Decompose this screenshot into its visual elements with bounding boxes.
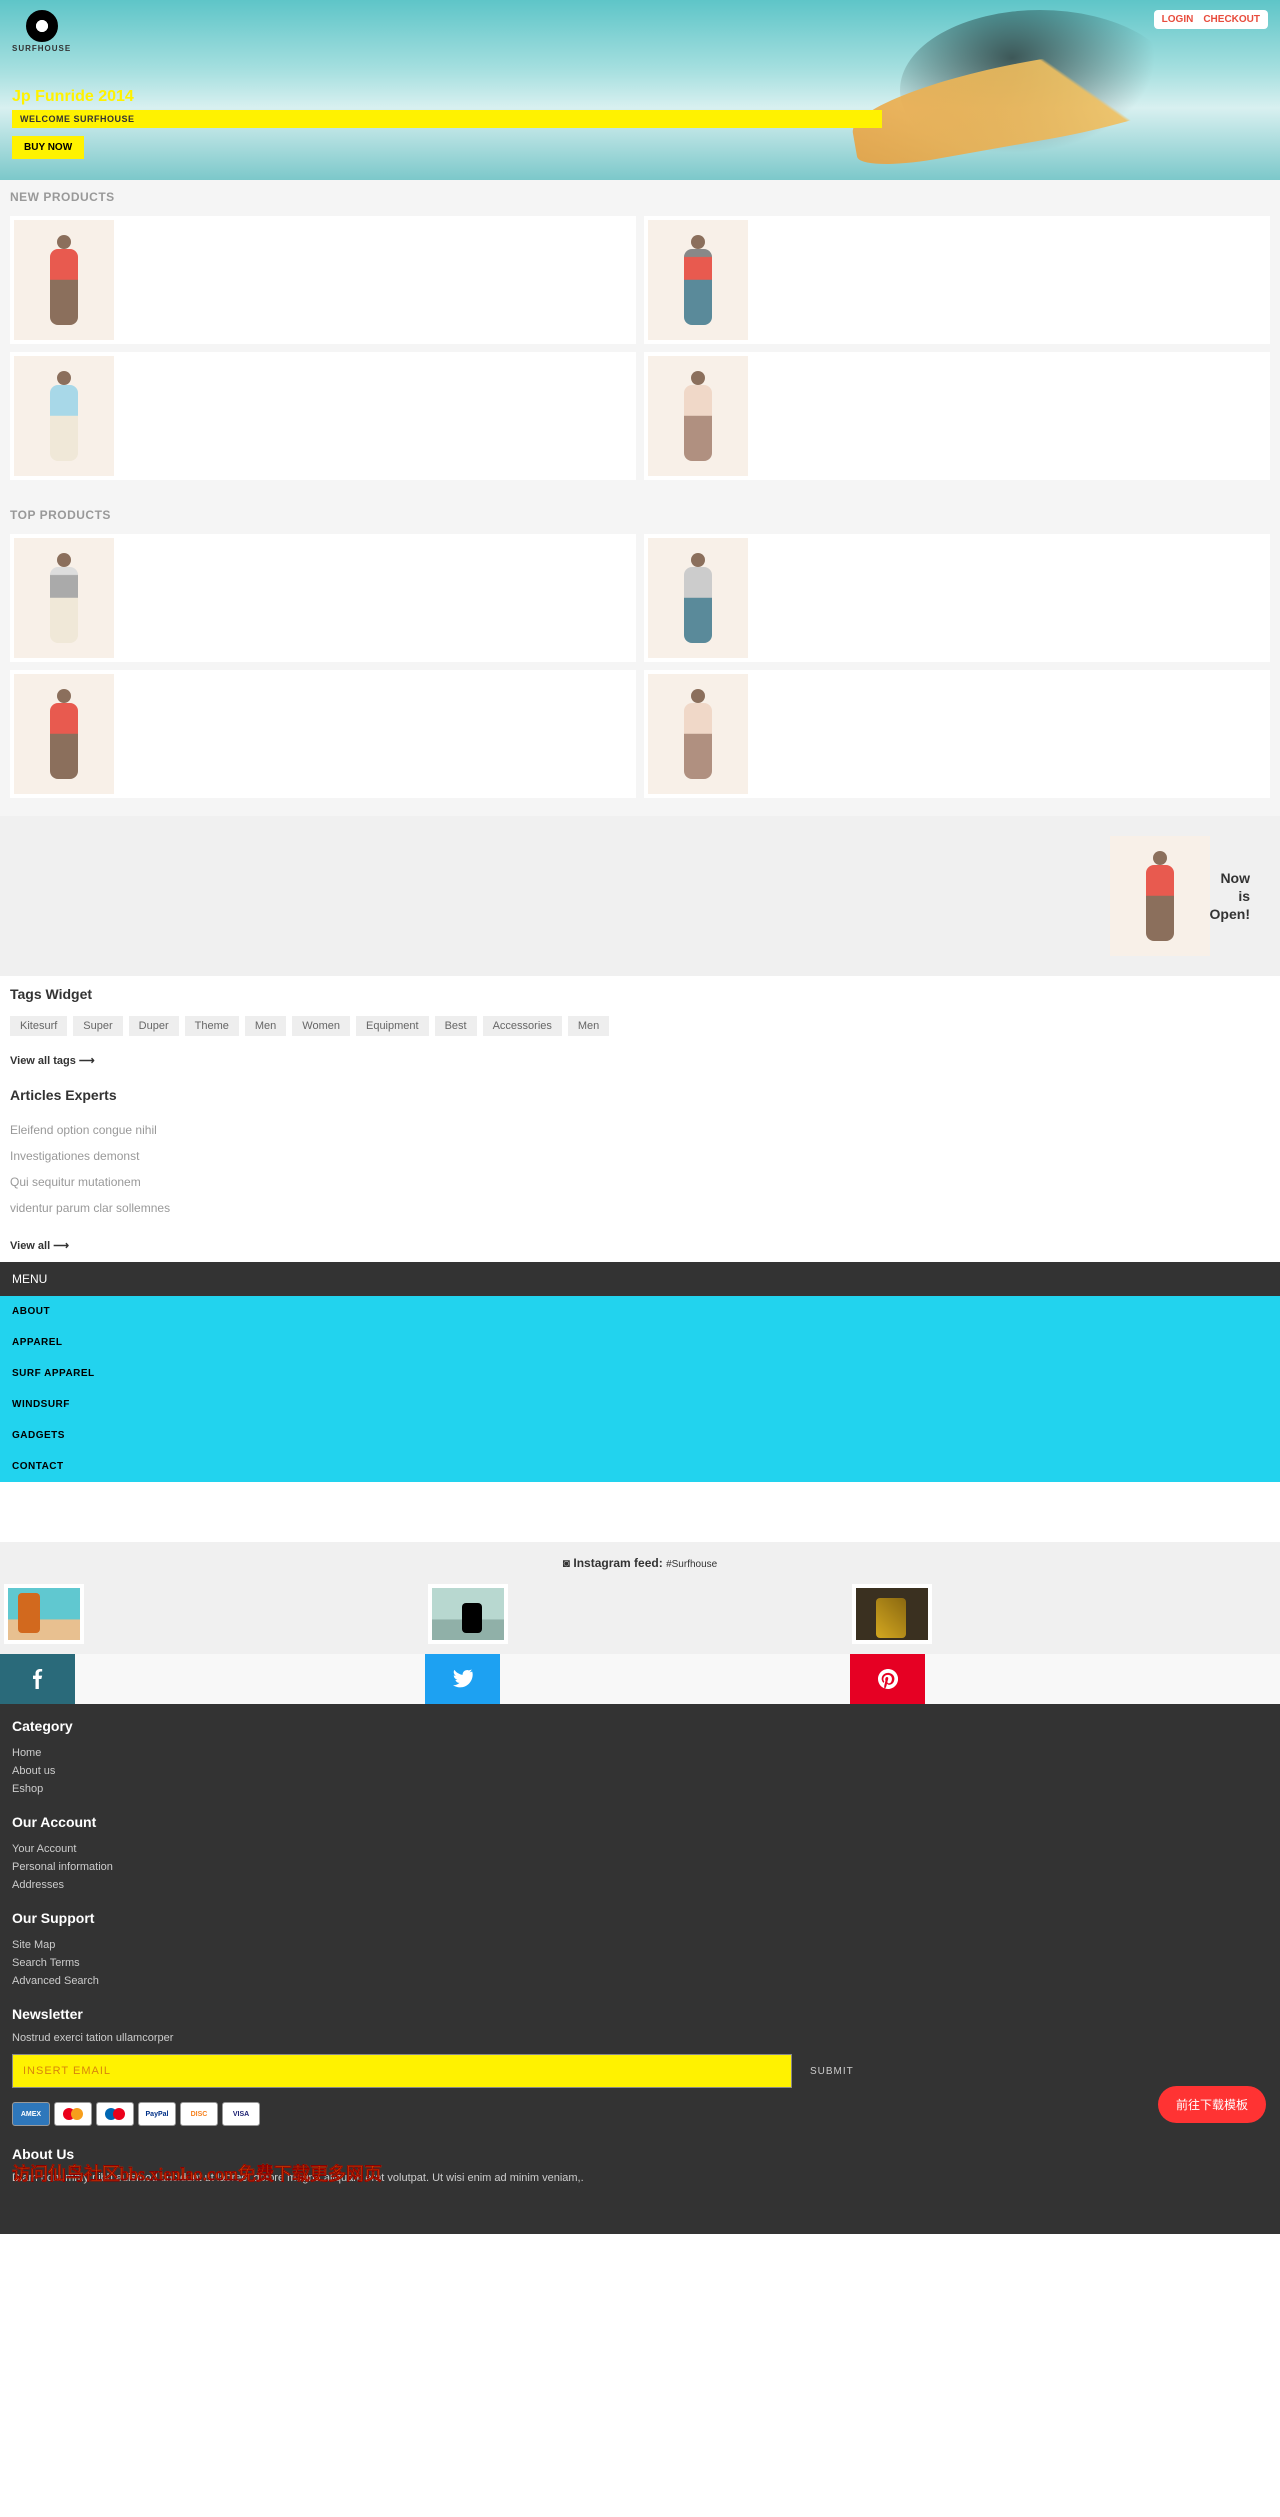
new-products-section: NEW PRODUCTS [0,180,1280,498]
view-all-tags-link[interactable]: View all tags ⟶ [10,1054,1270,1067]
menu-item[interactable]: ABOUT [0,1296,1280,1327]
newsletter-input[interactable] [12,2054,792,2088]
tag-item[interactable]: Duper [129,1016,179,1036]
tag-item[interactable]: Kitesurf [10,1016,67,1036]
twitter-icon [453,1669,473,1689]
footer-link[interactable]: Search Terms [12,1954,1268,1972]
tag-item[interactable]: Super [73,1016,122,1036]
footer-link[interactable]: Your Account [12,1840,1268,1858]
paypal-icon: PayPal [138,2102,176,2126]
tag-item[interactable]: Accessories [483,1016,562,1036]
hero-title: Jp Funride 2014 [12,88,882,106]
tags-widget: Tags Widget Kitesurf Super Duper Theme Men Wo… [0,976,1280,1077]
footer-link[interactable]: Personal information [12,1858,1268,1876]
footer-link[interactable]: About us [12,1762,1268,1780]
pinterest-button[interactable] [850,1654,925,1704]
article-list: Eleifend option congue nihilInvestigatio… [10,1117,1270,1221]
tag-item[interactable]: Women [292,1016,350,1036]
footer-newsletter-title: Newsletter [12,2006,1268,2022]
menu-item[interactable]: CONTACT [0,1451,1280,1482]
feature-image [1110,836,1210,956]
discover-icon: DISC [180,2102,218,2126]
checkout-link[interactable]: CHECKOUT [1203,14,1260,25]
feature-text: Now is Open! [1210,869,1270,924]
product-card[interactable] [10,352,636,480]
newsletter-desc: Nostrud exerci tation ullamcorper [12,2032,1268,2044]
menu-list: ABOUTAPPARELSURF APPARELWINDSURFGADGETSC… [0,1296,1280,1482]
tag-list: Kitesurf Super Duper Theme Men Women Equipment… [10,1016,1270,1036]
product-card[interactable] [644,352,1270,480]
logo-text: SURFHOUSE [12,44,71,53]
tag-item[interactable]: Best [435,1016,477,1036]
amex-icon: AMEX [12,2102,50,2126]
menu-item[interactable]: APPAREL [0,1327,1280,1358]
top-products-section: TOP PRODUCTS [0,498,1280,816]
newsletter-submit-button[interactable]: SUBMIT [800,2054,864,2088]
menu-item[interactable]: SURF APPAREL [0,1358,1280,1389]
topbar: LOGIN CHECKOUT [1154,10,1268,29]
pinterest-icon [878,1669,898,1689]
instagram-feed [0,1584,1280,1654]
social-row [0,1654,1280,1704]
payment-icons: AMEX PayPal DISC VISA [12,2102,1268,2126]
instagram-image[interactable] [852,1584,932,1644]
footer-account-title: Our Account [12,1814,1268,1830]
instagram-image[interactable] [428,1584,508,1644]
download-template-button[interactable]: 前往下载模板 [1158,2086,1266,2123]
hero-welcome: WELCOME SURFHOUSE [12,110,882,128]
product-card[interactable] [10,216,636,344]
footer-category-title: Category [12,1718,1268,1734]
section-title: TOP PRODUCTS [10,508,1270,522]
footer-link[interactable]: Advanced Search [12,1972,1268,1990]
instagram-image[interactable] [4,1584,84,1644]
footer-link[interactable]: Eshop [12,1780,1268,1798]
menu-header[interactable]: MENU [0,1262,1280,1296]
instagram-header: ◙ Instagram feed: #Surfhouse [0,1542,1280,1584]
product-card[interactable] [644,670,1270,798]
product-card[interactable] [10,670,636,798]
product-card[interactable] [10,534,636,662]
articles-widget: Articles Experts Eleifend option congue … [0,1077,1280,1262]
product-card[interactable] [644,534,1270,662]
mastercard-icon [54,2102,92,2126]
article-link[interactable]: Eleifend option congue nihil [10,1117,1270,1143]
footer-support-title: Our Support [12,1910,1268,1926]
menu-item[interactable]: WINDSURF [0,1389,1280,1420]
maestro-icon [96,2102,134,2126]
visa-icon: VISA [222,2102,260,2126]
buy-now-button[interactable]: BUY NOW [12,136,84,159]
instagram-icon: ◙ [563,1556,574,1570]
feature-banner: Now is Open! [0,816,1280,976]
widget-title: Tags Widget [10,986,1270,1002]
tag-item[interactable]: Men [245,1016,286,1036]
footer-link[interactable]: Site Map [12,1936,1268,1954]
view-all-articles-link[interactable]: View all ⟶ [10,1239,1270,1252]
article-link[interactable]: Investigationes demonst [10,1143,1270,1169]
hero-content: Jp Funride 2014 WELCOME SURFHOUSE BUY NO… [12,88,882,159]
hero-banner: SURFHOUSE LOGIN CHECKOUT Jp Funride 2014… [0,0,1280,180]
tag-item[interactable]: Equipment [356,1016,429,1036]
product-card[interactable] [644,216,1270,344]
footer-link[interactable]: Addresses [12,1876,1268,1894]
footer: Category HomeAbout usEshop Our Account Y… [0,1704,1280,2234]
logo[interactable]: SURFHOUSE [12,10,71,53]
tag-item[interactable]: Theme [185,1016,239,1036]
facebook-button[interactable] [0,1654,75,1704]
tag-item[interactable]: Men [568,1016,609,1036]
menu-item[interactable]: GADGETS [0,1420,1280,1451]
login-link[interactable]: LOGIN [1162,14,1194,25]
facebook-icon [28,1669,48,1689]
article-link[interactable]: videntur parum clar sollemnes [10,1195,1270,1221]
watermark-text: 访问仙鸟社区bbs.xienlao.com免费下载更多网页 [12,2160,382,2186]
section-title: NEW PRODUCTS [10,190,1270,204]
twitter-button[interactable] [425,1654,500,1704]
widget-title: Articles Experts [10,1087,1270,1103]
logo-icon [26,10,58,42]
footer-link[interactable]: Home [12,1744,1268,1762]
article-link[interactable]: Qui sequitur mutationem [10,1169,1270,1195]
